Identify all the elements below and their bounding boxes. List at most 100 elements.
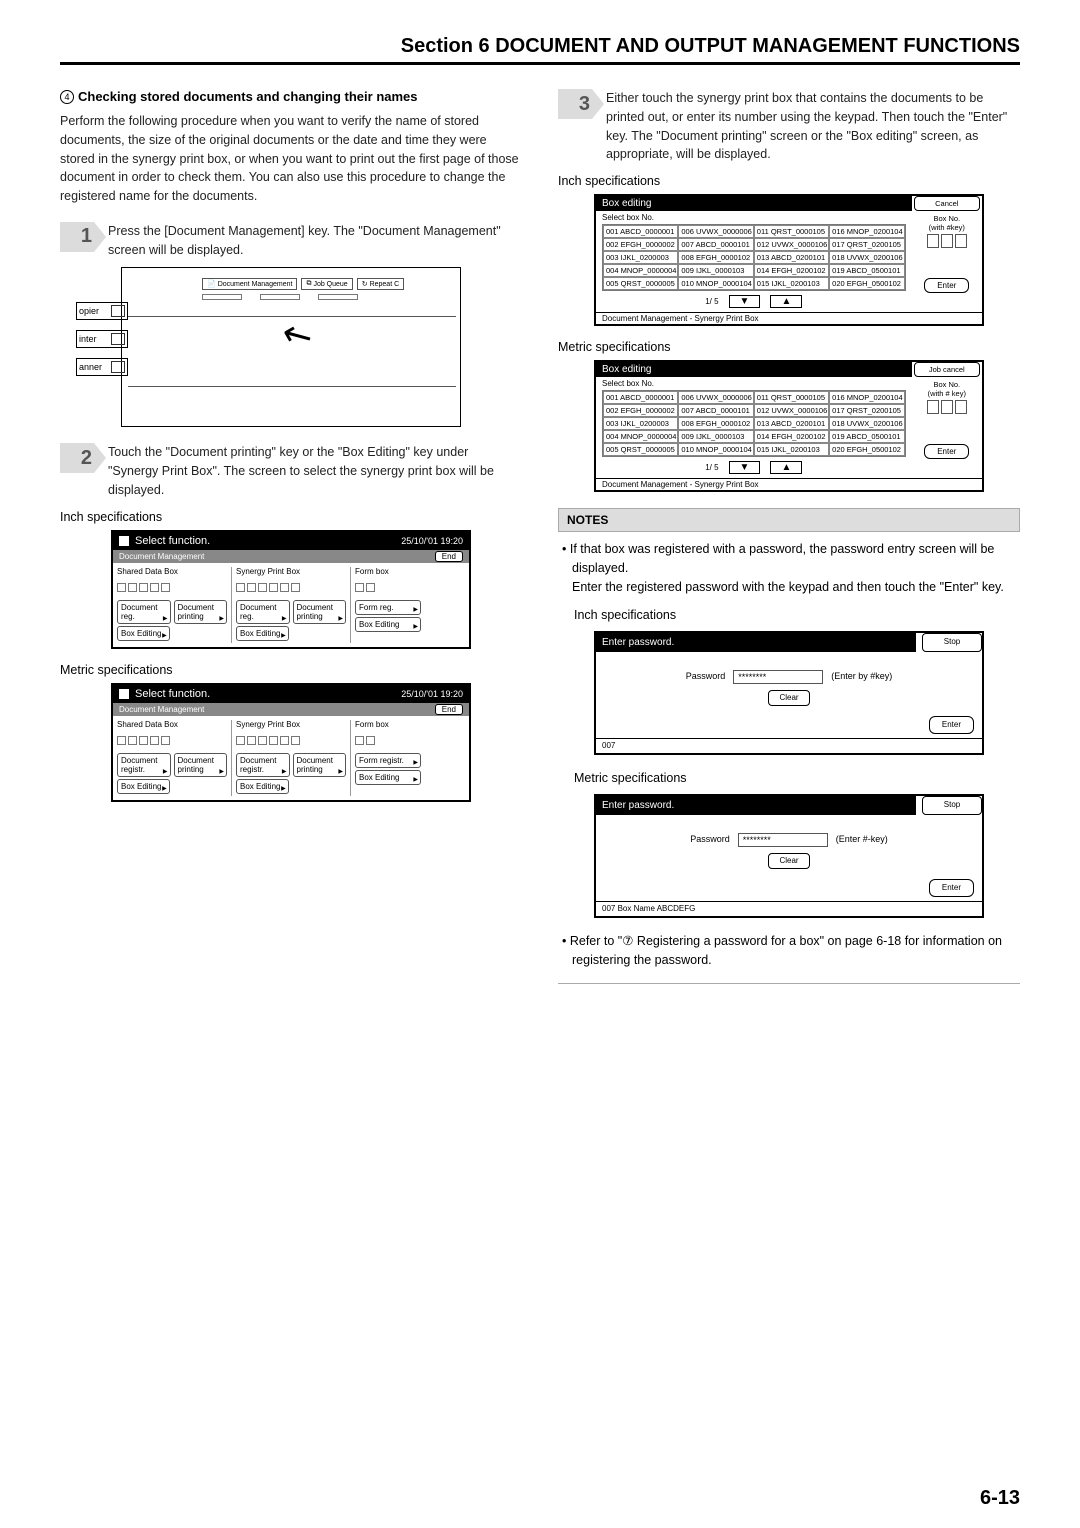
box-cell[interactable]: 017 QRST_0200105 bbox=[829, 238, 904, 251]
pwd-footer: 007 Box Name ABCDEFG bbox=[596, 901, 982, 916]
box-cell[interactable]: 012 UVWX_0000106 bbox=[754, 238, 829, 251]
end-button[interactable]: End bbox=[435, 551, 463, 562]
box-cell[interactable]: 003 IJKL_0200003 bbox=[603, 251, 678, 264]
step-badge-2: 2 bbox=[60, 443, 94, 473]
box-cell[interactable]: 005 QRST_0000005 bbox=[603, 443, 678, 456]
end-button[interactable]: End bbox=[435, 704, 463, 715]
shared-box-icon bbox=[117, 731, 227, 751]
box-cell[interactable]: 005 QRST_0000005 bbox=[603, 277, 678, 290]
doc-print-button-2[interactable]: Document printing bbox=[293, 600, 347, 624]
enter-button[interactable]: Enter bbox=[929, 879, 974, 897]
password-field[interactable]: ******** bbox=[733, 670, 823, 684]
box-cell[interactable]: 012 UVWX_0000106 bbox=[754, 404, 829, 417]
box-edit-button-2[interactable]: Box Editing bbox=[236, 779, 289, 794]
box-grid: 001 ABCD_0000001006 UVWX_0000006011 QRST… bbox=[602, 390, 906, 457]
box-cell[interactable]: 010 MNOP_0000104 bbox=[678, 277, 753, 290]
box-cell[interactable]: 011 QRST_0000105 bbox=[754, 391, 829, 404]
box-cell[interactable]: 008 EFGH_0000102 bbox=[678, 251, 753, 264]
box-cell[interactable]: 004 MNOP_0000004 bbox=[603, 264, 678, 277]
job-queue-tab[interactable]: ⧉Job Queue bbox=[301, 278, 352, 290]
box-edit-button-2[interactable]: Box Editing bbox=[236, 626, 289, 641]
box-cell[interactable]: 019 ABCD_0500101 bbox=[829, 264, 904, 277]
inch-caption-pwd: Inch specifications bbox=[574, 606, 1016, 625]
box-cell[interactable]: 016 MNOP_0200104 bbox=[829, 225, 904, 238]
form-reg-button[interactable]: Form registr. bbox=[355, 753, 421, 768]
shared-box-icon bbox=[117, 578, 227, 598]
box-cell[interactable]: 007 ABCD_0000101 bbox=[678, 404, 753, 417]
box-cell[interactable]: 019 ABCD_0500101 bbox=[829, 430, 904, 443]
printer-button[interactable]: inter bbox=[76, 330, 128, 348]
cancel-button[interactable]: Cancel bbox=[914, 196, 980, 211]
doc-reg-button[interactable]: Document reg. bbox=[117, 600, 171, 624]
copier-button[interactable]: opier bbox=[76, 302, 128, 320]
doc-print-button-2[interactable]: Document printing bbox=[293, 753, 347, 777]
password-screen-inch: Enter password.Stop Password ******** (E… bbox=[594, 631, 984, 755]
doc-print-button[interactable]: Document printing bbox=[174, 600, 228, 624]
printer-icon bbox=[111, 333, 125, 345]
step1-text: Press the [Document Management] key. The… bbox=[108, 222, 522, 260]
page-up-button[interactable]: ▲ bbox=[770, 295, 802, 308]
scanner-button[interactable]: anner bbox=[76, 358, 128, 376]
box-cell[interactable]: 015 IJKL_0200103 bbox=[754, 443, 829, 456]
box-cell[interactable]: 004 MNOP_0000004 bbox=[603, 430, 678, 443]
form-reg-button[interactable]: Form reg. bbox=[355, 600, 421, 615]
box-cell[interactable]: 018 UVWX_0200106 bbox=[829, 417, 904, 430]
intro-paragraph: Perform the following procedure when you… bbox=[60, 112, 522, 206]
box-cell[interactable]: 013 ABCD_0200101 bbox=[754, 251, 829, 264]
box-cell[interactable]: 014 EFGH_0200102 bbox=[754, 430, 829, 443]
box-cell[interactable]: 011 QRST_0000105 bbox=[754, 225, 829, 238]
notes-heading: NOTES bbox=[558, 508, 1020, 532]
doc-reg-button-2[interactable]: Document reg. bbox=[236, 600, 290, 624]
box-cell[interactable]: 017 QRST_0200105 bbox=[829, 404, 904, 417]
box-cell[interactable]: 006 UVWX_0000006 bbox=[678, 225, 753, 238]
box-cell[interactable]: 010 MNOP_0000104 bbox=[678, 443, 753, 456]
box-cell[interactable]: 002 EFGH_0000002 bbox=[603, 238, 678, 251]
box-cell[interactable]: 020 EFGH_0500102 bbox=[829, 443, 904, 456]
inch-caption: Inch specifications bbox=[60, 510, 522, 524]
page-up-button[interactable]: ▲ bbox=[770, 461, 802, 474]
box-cell[interactable]: 016 MNOP_0200104 bbox=[829, 391, 904, 404]
stop-button[interactable]: Stop bbox=[922, 633, 982, 652]
box-cell[interactable]: 013 ABCD_0200101 bbox=[754, 417, 829, 430]
box-cell[interactable]: 007 ABCD_0000101 bbox=[678, 238, 753, 251]
step-badge-1: 1 bbox=[60, 222, 94, 252]
box-edit-button-3[interactable]: Box Editing bbox=[355, 617, 421, 632]
box-cell[interactable]: 001 ABCD_0000001 bbox=[603, 391, 678, 404]
synergy-box-icon bbox=[236, 578, 346, 598]
box-edit-button[interactable]: Box Editing bbox=[117, 626, 170, 641]
box-edit-button-3[interactable]: Box Editing bbox=[355, 770, 421, 785]
doc-print-button[interactable]: Document printing bbox=[174, 753, 228, 777]
page-down-button[interactable]: ▼ bbox=[729, 461, 761, 474]
window-icon bbox=[119, 536, 129, 546]
page-down-button[interactable]: ▼ bbox=[729, 295, 761, 308]
box-cell[interactable]: 020 EFGH_0500102 bbox=[829, 277, 904, 290]
box-cell[interactable]: 006 UVWX_0000006 bbox=[678, 391, 753, 404]
box-cell[interactable]: 008 EFGH_0000102 bbox=[678, 417, 753, 430]
repeat-tab[interactable]: ↻Repeat C bbox=[357, 278, 404, 290]
password-label: Password bbox=[690, 833, 730, 847]
enter-button[interactable]: Enter bbox=[929, 716, 974, 734]
doc-mgmt-tab[interactable]: 📄Document Management bbox=[202, 278, 297, 290]
doc-reg-button-2[interactable]: Document registr. bbox=[236, 753, 290, 777]
box-cell[interactable]: 009 IJKL_0000103 bbox=[678, 264, 753, 277]
box-cell[interactable]: 014 EFGH_0200102 bbox=[754, 264, 829, 277]
job-cancel-button[interactable]: Job cancel bbox=[914, 362, 980, 377]
clear-button[interactable]: Clear bbox=[768, 853, 809, 869]
stop-button[interactable]: Stop bbox=[922, 796, 982, 815]
enter-button[interactable]: Enter bbox=[924, 278, 969, 293]
doc-reg-button[interactable]: Document registr. bbox=[117, 753, 171, 777]
box-edit-button[interactable]: Box Editing bbox=[117, 779, 170, 794]
box-cell[interactable]: 015 IJKL_0200103 bbox=[754, 277, 829, 290]
box-cell[interactable]: 003 IJKL_0200003 bbox=[603, 417, 678, 430]
enter-button[interactable]: Enter bbox=[924, 444, 969, 459]
clear-button[interactable]: Clear bbox=[768, 690, 809, 706]
password-field[interactable]: ******** bbox=[738, 833, 828, 847]
copier-icon bbox=[111, 305, 125, 317]
select-function-screen-inch: Select function.25/10/'01 19:20 Document… bbox=[111, 530, 471, 649]
box-cell[interactable]: 009 IJKL_0000103 bbox=[678, 430, 753, 443]
box-cell[interactable]: 002 EFGH_0000002 bbox=[603, 404, 678, 417]
box-cell[interactable]: 018 UVWX_0200106 bbox=[829, 251, 904, 264]
note-line-1b: Enter the registered password with the k… bbox=[572, 580, 1004, 594]
box-cell[interactable]: 001 ABCD_0000001 bbox=[603, 225, 678, 238]
form-box-icon bbox=[355, 578, 465, 598]
